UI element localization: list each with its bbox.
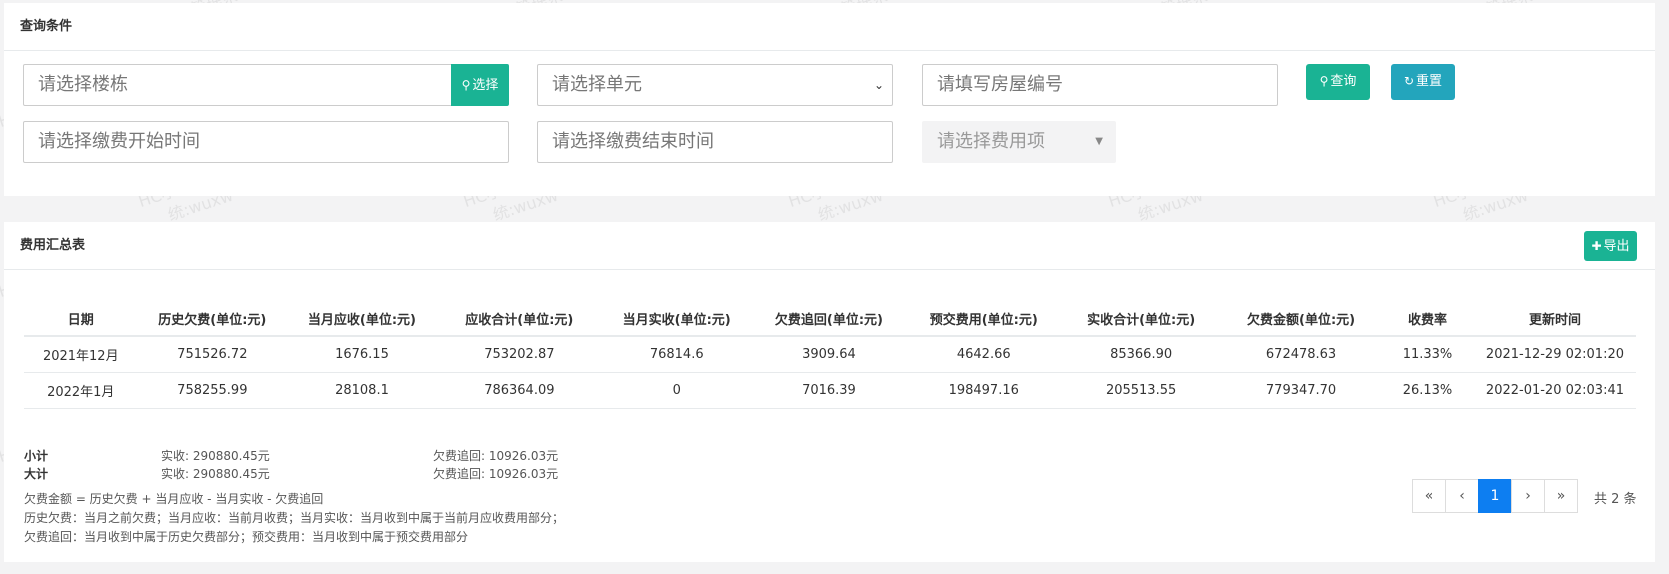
export-button[interactable]: ✚ 导出: [1584, 231, 1637, 261]
subtotal-received: 实收: 290880.45元: [161, 449, 270, 463]
fee-item-select-label: 请选择费用项: [937, 131, 1045, 152]
table-cell: 26.13%: [1381, 372, 1474, 409]
subtotal-label: 小计: [24, 449, 49, 463]
table-cell: 3909.64: [751, 336, 907, 373]
table-cell: 2022-01-20 02:03:41: [1473, 372, 1636, 409]
column-header: 欠费金额(单位:元): [1221, 301, 1382, 337]
table-cell: 0: [601, 372, 752, 409]
column-header: 应收合计(单位:元): [436, 301, 602, 337]
end-time-input[interactable]: 请选择缴费结束时间: [537, 121, 893, 163]
page-first-button[interactable]: «: [1412, 479, 1446, 513]
column-header: 当月应收(单位:元): [287, 301, 437, 337]
page-last-button[interactable]: »: [1544, 479, 1578, 513]
page-next-button[interactable]: ›: [1511, 479, 1545, 513]
table-header-row: 日期 历史欠费(单位:元) 当月应收(单位:元) 应收合计(单位:元) 当月实收(单位:…: [24, 301, 1636, 337]
column-header: 收费率: [1381, 301, 1474, 337]
table-body: 2021年12月 751526.72 1676.15 753202.87 76814.6…: [24, 336, 1636, 409]
search-icon: ⚲: [1319, 74, 1329, 88]
total-label: 大计: [24, 467, 49, 481]
pagination-total: 共 2 条: [1594, 492, 1637, 507]
building-input[interactable]: 请选择楼栋: [23, 64, 453, 106]
start-time-input[interactable]: 请选择缴费开始时间: [23, 121, 509, 163]
refresh-icon: ↻: [1403, 74, 1415, 88]
reset-button-label: 重置: [1416, 74, 1443, 89]
query-panel-title: 查询条件: [4, 3, 1655, 51]
table-cell: 11.33%: [1381, 336, 1474, 373]
fee-summary-table: 日期 历史欠费(单位:元) 当月应收(单位:元) 应收合计(单位:元) 当月实收(单位:…: [24, 301, 1636, 409]
table-cell: 205513.55: [1061, 372, 1222, 409]
total-recovered: 欠费追回: 10926.03元: [433, 467, 559, 481]
search-button-label: 查询: [1330, 74, 1357, 89]
table-cell: 85366.90: [1061, 336, 1222, 373]
page-1-button[interactable]: 1: [1478, 479, 1512, 513]
table-cell: 779347.70: [1221, 372, 1382, 409]
table-cell: 753202.87: [436, 336, 602, 373]
total-received: 实收: 290880.45元: [161, 467, 270, 481]
fee-summary-title: 费用汇总表: [4, 222, 1655, 270]
table-cell: 2022年1月: [24, 372, 138, 409]
column-header: 欠费追回(单位:元): [751, 301, 907, 337]
search-button[interactable]: ⚲ 查询: [1306, 64, 1370, 100]
search-icon: ⚲: [461, 78, 471, 92]
table-cell: 1676.15: [287, 336, 437, 373]
formula-note: 欠费金额 = 历史欠费 + 当月应收 - 当月实收 - 欠费追回: [24, 492, 324, 506]
pagination: « ‹ 1 › »: [1412, 479, 1578, 513]
table-cell: 198497.16: [906, 372, 1062, 409]
page-prev-button[interactable]: ‹: [1445, 479, 1479, 513]
select-building-button[interactable]: ⚲ 选择: [451, 64, 509, 106]
subtotal-recovered: 欠费追回: 10926.03元: [433, 449, 559, 463]
definition-note-1: 历史欠费：当月之前欠费；当月应收：当前月收费；当月实收：当月收到中属于当前月应收…: [24, 511, 565, 525]
column-header: 更新时间: [1473, 301, 1636, 337]
table-row: 2022年1月 758255.99 28108.1 786364.09 0 7016.39…: [24, 372, 1636, 409]
reset-button[interactable]: ↻ 重置: [1391, 64, 1455, 100]
table-cell: 2021-12-29 02:01:20: [1473, 336, 1636, 373]
room-number-input[interactable]: 请填写房屋编号: [922, 64, 1278, 106]
column-header: 实收合计(单位:元): [1061, 301, 1222, 337]
definition-note-2: 欠费追回：当月收到中属于历史欠费部分；预交费用：当月收到中属于预交费用部分: [24, 530, 469, 544]
select-button-label: 选择: [472, 78, 499, 93]
unit-select-label: 请选择单元: [552, 74, 642, 95]
plus-icon: ✚: [1591, 239, 1602, 253]
table-row: 2021年12月 751526.72 1676.15 753202.87 76814.6…: [24, 336, 1636, 373]
table-cell: 751526.72: [137, 336, 288, 373]
column-header: 当月实收(单位:元): [601, 301, 752, 337]
unit-select[interactable]: 请选择单元 ⌄: [537, 64, 893, 106]
export-button-label: 导出: [1603, 239, 1630, 254]
column-header: 历史欠费(单位:元): [137, 301, 288, 337]
table-cell: 786364.09: [436, 372, 602, 409]
column-header: 预交费用(单位:元): [906, 301, 1062, 337]
chevron-down-icon: ⌄: [873, 78, 884, 92]
table-cell: 76814.6: [601, 336, 752, 373]
caret-down-icon: ▼: [1095, 136, 1103, 147]
table-cell: 7016.39: [751, 372, 907, 409]
fee-item-select[interactable]: 请选择费用项 ▼: [922, 121, 1116, 163]
table-cell: 4642.66: [906, 336, 1062, 373]
table-cell: 28108.1: [287, 372, 437, 409]
table-cell: 2021年12月: [24, 336, 138, 373]
table-cell: 672478.63: [1221, 336, 1382, 373]
table-cell: 758255.99: [137, 372, 288, 409]
query-panel: 查询条件 请选择楼栋 ⚲ 选择 请选择单元 ⌄ 请填写房屋编号 ⚲ 查询 ↻ 重置 请…: [4, 3, 1655, 196]
column-header: 日期: [24, 301, 138, 337]
